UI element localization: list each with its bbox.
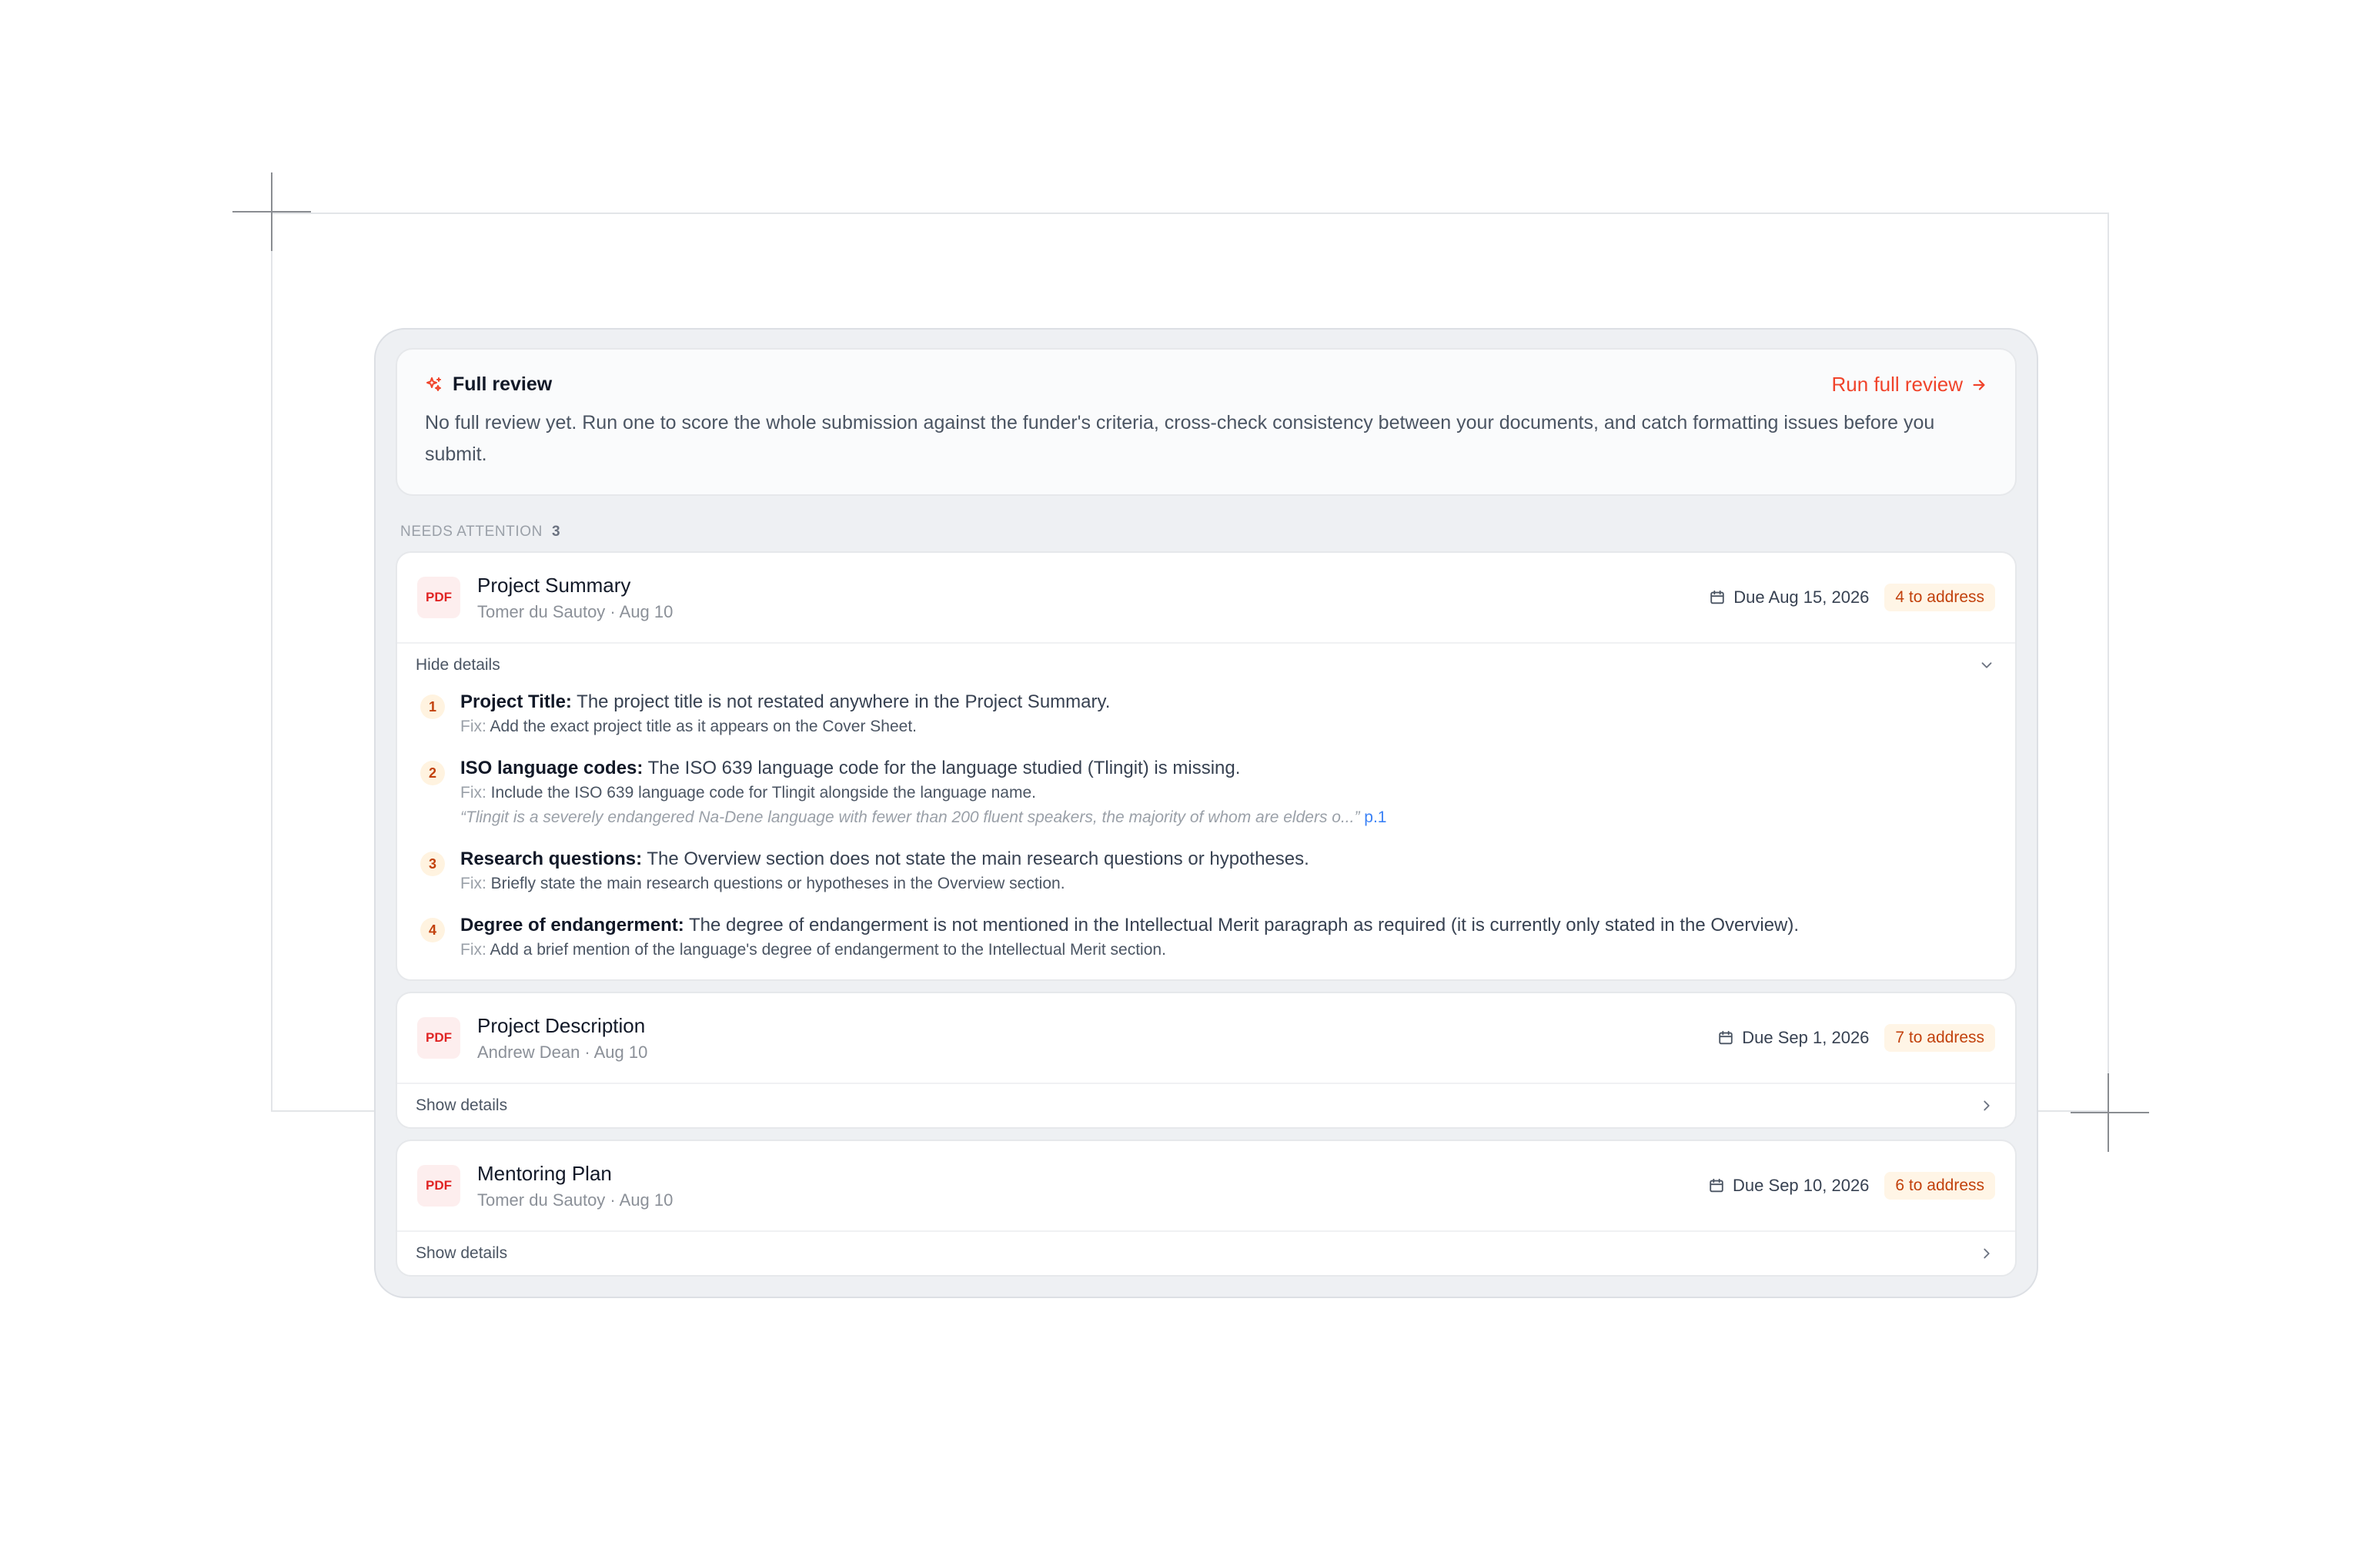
document-name: Mentoring Plan: [477, 1161, 612, 1185]
quote-text: “Tlingit is a severely endangered Na-Den…: [460, 808, 1360, 826]
fix-text: Add the exact project title as it appear…: [486, 718, 918, 735]
document-meta: Tomer du Sautoy · Aug 10: [477, 601, 674, 621]
full-review-title: Full review: [453, 373, 553, 395]
issue-title: Degree of endangerment:: [460, 915, 684, 936]
issue-title: Research questions:: [460, 848, 643, 869]
arrow-right-icon: [1971, 377, 1987, 393]
fix-text: Include the ISO 639 language code for Tl…: [486, 784, 1036, 802]
chevron-right-icon: [1978, 1097, 1995, 1114]
calendar-icon: [1708, 1177, 1725, 1194]
toggle-label: Hide details: [416, 656, 500, 674]
fix-label: Fix:: [460, 784, 486, 802]
issue-text: Project Title: The project title is not …: [460, 690, 1110, 715]
issue-item: 1 Project Title: The project title is no…: [417, 690, 1995, 739]
issue-fix: Fix: Include the ISO 639 language code f…: [460, 781, 1387, 805]
toggle-label: Show details: [416, 1244, 508, 1262]
issue-number: 1: [420, 695, 445, 719]
review-panel: Full review Run full review No full revi…: [374, 328, 2038, 1298]
to-address-badge: 4 to address: [1884, 584, 1995, 611]
fix-label: Fix:: [460, 941, 486, 959]
fix-text: Briefly state the main research question…: [486, 875, 1065, 892]
document-meta: Andrew Dean · Aug 10: [477, 1042, 648, 1062]
page-reference-link[interactable]: p.1: [1364, 808, 1386, 826]
due-date: Due Sep 1, 2026: [1717, 1028, 1869, 1048]
document-header[interactable]: PDF Project Description Andrew Dean · Au…: [397, 993, 2015, 1084]
fix-text: Add a brief mention of the language's de…: [486, 941, 1166, 959]
document-header[interactable]: PDF Mentoring Plan Tomer du Sautoy · Aug…: [397, 1141, 2015, 1232]
issue-description: The degree of endangerment is not mentio…: [684, 915, 1800, 936]
issue-text: ISO language codes: The ISO 639 language…: [460, 756, 1387, 781]
issue-quote: “Tlingit is a severely endangered Na-Den…: [460, 805, 1387, 830]
to-address-badge: 7 to address: [1884, 1024, 1995, 1052]
due-date-label: Due Aug 15, 2026: [1733, 587, 1870, 607]
issue-item: 3 Research questions: The Overview secti…: [417, 847, 1995, 896]
issue-title: Project Title:: [460, 691, 572, 712]
full-review-heading: Full review: [425, 373, 552, 396]
due-date-label: Due Sep 1, 2026: [1742, 1028, 1870, 1047]
chevron-down-icon: [1978, 657, 1995, 674]
hide-details-toggle[interactable]: Hide details: [397, 644, 2015, 687]
document-card: PDF Project Summary Tomer du Sautoy · Au…: [396, 551, 2017, 981]
fix-label: Fix:: [460, 875, 486, 892]
issue-title: ISO language codes:: [460, 758, 643, 778]
due-date: Due Sep 10, 2026: [1708, 1176, 1869, 1196]
run-full-review-button[interactable]: Run full review: [1831, 373, 1987, 397]
fix-label: Fix:: [460, 718, 486, 735]
issue-description: The project title is not restated anywhe…: [571, 691, 1111, 712]
chevron-right-icon: [1978, 1245, 1995, 1262]
crosshair-bottom-right-v: [2108, 1073, 2109, 1152]
needs-attention-header: NEEDS ATTENTION 3: [400, 524, 2017, 541]
document-header[interactable]: PDF Project Summary Tomer du Sautoy · Au…: [397, 553, 2015, 644]
issue-list: 1 Project Title: The project title is no…: [397, 687, 2015, 979]
needs-attention-label: NEEDS ATTENTION: [400, 524, 543, 540]
issue-description: The ISO 639 language code for the langua…: [643, 758, 1241, 778]
issue-number: 3: [420, 852, 445, 876]
issue-text: Degree of endangerment: The degree of en…: [460, 913, 1799, 938]
show-details-toggle[interactable]: Show details: [397, 1084, 2015, 1127]
document-name: Project Description: [477, 1013, 646, 1037]
issue-fix: Fix: Add a brief mention of the language…: [460, 938, 1799, 962]
document-meta: Tomer du Sautoy · Aug 10: [477, 1190, 674, 1210]
issue-fix: Fix: Briefly state the main research que…: [460, 872, 1309, 896]
pdf-file-icon: PDF: [417, 1165, 460, 1207]
document-card: PDF Mentoring Plan Tomer du Sautoy · Aug…: [396, 1140, 2017, 1277]
sparkle-icon: [425, 376, 443, 394]
show-details-toggle[interactable]: Show details: [397, 1232, 2015, 1275]
calendar-icon: [1717, 1029, 1734, 1046]
issue-number: 2: [420, 761, 445, 785]
issue-item: 2 ISO language codes: The ISO 639 langua…: [417, 756, 1995, 830]
to-address-badge: 6 to address: [1884, 1172, 1995, 1200]
pdf-file-icon: PDF: [417, 1017, 460, 1059]
toggle-label: Show details: [416, 1096, 508, 1114]
pdf-file-icon: PDF: [417, 577, 460, 618]
issue-number: 4: [420, 918, 445, 942]
due-date: Due Aug 15, 2026: [1709, 587, 1869, 607]
crosshair-bottom-right: [2071, 1112, 2149, 1113]
crosshair-top-left-v: [271, 172, 272, 251]
due-date-label: Due Sep 10, 2026: [1733, 1176, 1870, 1195]
document-card: PDF Project Description Andrew Dean · Au…: [396, 992, 2017, 1129]
issue-description: The Overview section does not state the …: [642, 848, 1309, 869]
issue-text: Research questions: The Overview section…: [460, 847, 1309, 872]
issue-fix: Fix: Add the exact project title as it a…: [460, 715, 1110, 739]
issue-item: 4 Degree of endangerment: The degree of …: [417, 913, 1995, 962]
calendar-icon: [1709, 589, 1726, 606]
run-full-review-label: Run full review: [1831, 373, 1963, 396]
needs-attention-count: 3: [551, 524, 561, 540]
full-review-card: Full review Run full review No full revi…: [396, 348, 2017, 496]
document-name: Project Summary: [477, 573, 631, 597]
full-review-description: No full review yet. Run one to score the…: [425, 412, 1935, 465]
